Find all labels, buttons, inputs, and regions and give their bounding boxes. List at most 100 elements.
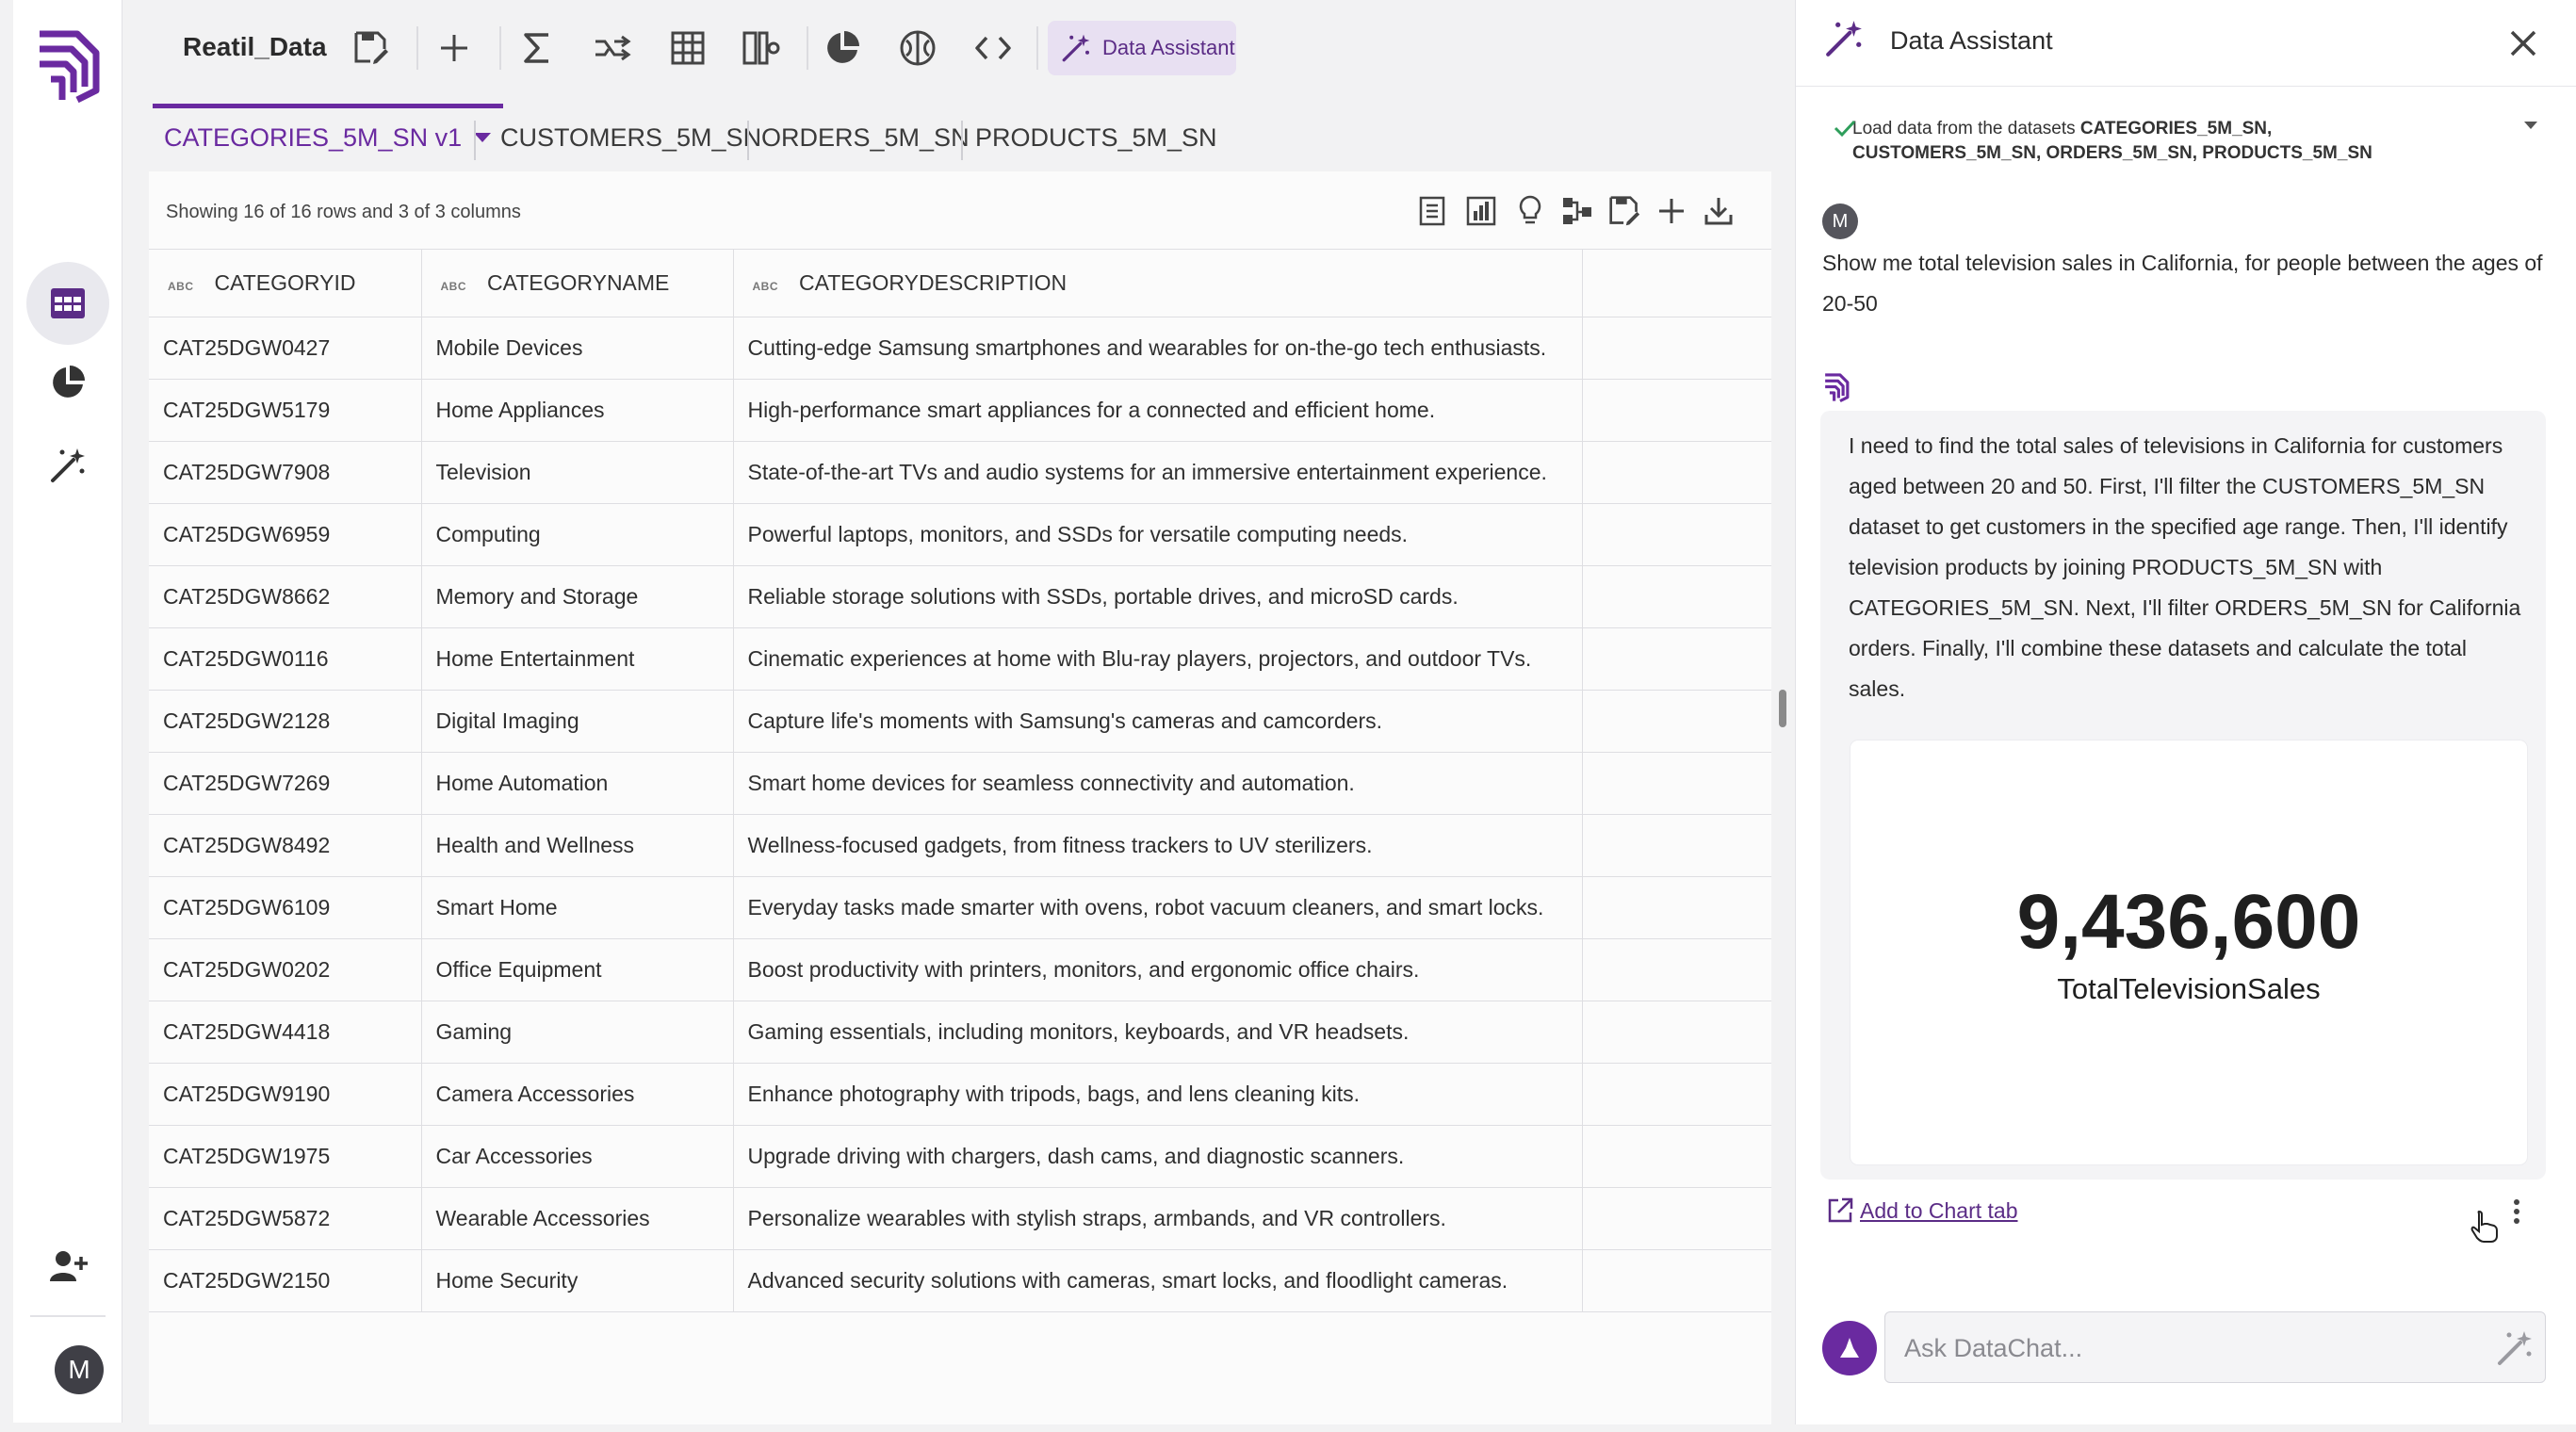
table-row[interactable]: CAT25DGW0427 Mobile Devices Cutting-edge S…: [149, 317, 1771, 380]
table-cell[interactable]: Everyday tasks made smarter with ovens, …: [732, 876, 1583, 939]
save-dataset-icon[interactable]: [1606, 192, 1643, 230]
table-cell[interactable]: CAT25DGW1975: [149, 1125, 422, 1188]
add-user-icon[interactable]: [26, 1225, 109, 1308]
lineage-icon[interactable]: [1558, 192, 1596, 230]
table-cell[interactable]: CAT25DGW0427: [149, 317, 422, 380]
close-icon[interactable]: [2504, 24, 2542, 62]
table-cell[interactable]: Personalize wearables with stylish strap…: [732, 1187, 1583, 1250]
table-cell[interactable]: Home Appliances: [420, 379, 734, 442]
table-cell[interactable]: Camera Accessories: [420, 1063, 734, 1126]
table-cell[interactable]: Reliable storage solutions with SSDs, po…: [732, 565, 1583, 628]
add-to-chart-link[interactable]: Add to Chart tab: [1826, 1196, 2018, 1225]
table-cell[interactable]: High-performance smart appliances for a …: [732, 379, 1583, 442]
table-cell[interactable]: CAT25DGW9190: [149, 1063, 422, 1126]
tab-categories[interactable]: CATEGORIES_5M_SN v1: [152, 104, 504, 171]
table-row[interactable]: CAT25DGW0202 Office Equipment Boost produc…: [149, 938, 1771, 1001]
column-header[interactable]: ABC CATEGORYDESCRIPTION: [732, 249, 1583, 317]
table-row[interactable]: CAT25DGW2150 Home Security Advanced securi…: [149, 1249, 1771, 1312]
table-cell[interactable]: CAT25DGW6959: [149, 503, 422, 566]
table-cell[interactable]: Office Equipment: [420, 938, 734, 1001]
table-row[interactable]: CAT25DGW7269 Home Automation Smart home de…: [149, 752, 1771, 815]
table-cell[interactable]: CAT25DGW8662: [149, 565, 422, 628]
caret-down-icon[interactable]: [473, 132, 492, 143]
table-cell[interactable]: Television: [420, 441, 734, 504]
table-cell[interactable]: Wearable Accessories: [420, 1187, 734, 1250]
table-cell[interactable]: CAT25DGW7269: [149, 752, 422, 815]
table-cell[interactable]: CAT25DGW6109: [149, 876, 422, 939]
lightbulb-icon[interactable]: [1511, 192, 1549, 230]
grid-icon[interactable]: [661, 24, 714, 72]
shuffle-icon[interactable]: [586, 24, 639, 72]
brain-icon[interactable]: [891, 24, 944, 72]
send-button[interactable]: [1822, 1321, 1877, 1375]
more-options-icon[interactable]: [2512, 1198, 2521, 1225]
add-icon[interactable]: [428, 24, 481, 72]
tab-products[interactable]: PRODUCTS_5M_SN: [975, 104, 1217, 171]
table-cell[interactable]: Computing: [420, 503, 734, 566]
table-cell[interactable]: Smart home devices for seamless connecti…: [732, 752, 1583, 815]
table-cell[interactable]: Home Automation: [420, 752, 734, 815]
file-title[interactable]: Reatil_Data: [183, 32, 327, 62]
table-row[interactable]: CAT25DGW0116 Home Entertainment Cinematic …: [149, 627, 1771, 691]
table-cell[interactable]: Gaming: [420, 1001, 734, 1064]
sigma-icon[interactable]: [511, 24, 563, 72]
table-row[interactable]: CAT25DGW7908 Television State-of-the-art T…: [149, 441, 1771, 504]
download-icon[interactable]: [1700, 192, 1737, 230]
table-cell[interactable]: Digital Imaging: [420, 690, 734, 753]
nav-magic-wand-icon[interactable]: [26, 424, 109, 507]
table-row[interactable]: CAT25DGW6109 Smart Home Everyday tasks mad…: [149, 876, 1771, 939]
table-cell[interactable]: Cinematic experiences at home with Blu-r…: [732, 627, 1583, 691]
magic-wand-icon[interactable]: [2496, 1329, 2534, 1367]
code-icon[interactable]: [967, 24, 1019, 72]
table-cell[interactable]: Smart Home: [420, 876, 734, 939]
table-cell[interactable]: Health and Wellness: [420, 814, 734, 877]
pie-chart-icon[interactable]: [816, 24, 869, 72]
table-cell[interactable]: State-of-the-art TVs and audio systems f…: [732, 441, 1583, 504]
data-assistant-button[interactable]: Data Assistant: [1048, 21, 1236, 75]
column-header[interactable]: ABC CATEGORYNAME: [420, 249, 734, 317]
table-cell[interactable]: Powerful laptops, monitors, and SSDs for…: [732, 503, 1583, 566]
table-cell[interactable]: CAT25DGW0202: [149, 938, 422, 1001]
table-cell[interactable]: Enhance photography with tripods, bags, …: [732, 1063, 1583, 1126]
column-header[interactable]: ABC CATEGORYID: [149, 249, 422, 317]
table-cell[interactable]: CAT25DGW5179: [149, 379, 422, 442]
table-cell[interactable]: CAT25DGW8492: [149, 814, 422, 877]
kpi-result-card[interactable]: 9,436,600 TotalTelevisionSales: [1850, 740, 2527, 1164]
table-cell[interactable]: Capture life's moments with Samsung's ca…: [732, 690, 1583, 753]
table-cell[interactable]: Advanced security solutions with cameras…: [732, 1249, 1583, 1312]
tab-orders[interactable]: ORDERS_5M_SN: [761, 104, 970, 171]
assistant-step[interactable]: Load data from the datasets CATEGORIES_5…: [1834, 117, 2537, 166]
table-row[interactable]: CAT25DGW1975 Car Accessories Upgrade drivi…: [149, 1125, 1771, 1188]
tab-customers[interactable]: CUSTOMERS_5M_SN: [500, 104, 761, 171]
table-row[interactable]: CAT25DGW5179 Home Appliances High-performa…: [149, 379, 1771, 442]
data-dictionary-icon[interactable]: [1413, 192, 1451, 230]
table-cell[interactable]: Upgrade driving with chargers, dash cams…: [732, 1125, 1583, 1188]
table-cell[interactable]: Cutting-edge Samsung smartphones and wea…: [732, 317, 1583, 380]
column-stats-icon[interactable]: [1462, 192, 1500, 230]
table-row[interactable]: CAT25DGW2128 Digital Imaging Capture life'…: [149, 690, 1771, 753]
table-cell[interactable]: CAT25DGW5872: [149, 1187, 422, 1250]
table-row[interactable]: CAT25DGW8492 Health and Wellness Wellness-…: [149, 814, 1771, 877]
table-row[interactable]: CAT25DGW8662 Memory and Storage Reliable s…: [149, 565, 1771, 628]
table-cell[interactable]: CAT25DGW0116: [149, 627, 422, 691]
save-as-icon[interactable]: [345, 24, 398, 72]
caret-down-icon[interactable]: [2523, 121, 2538, 130]
nav-pie-chart-icon[interactable]: [26, 341, 109, 424]
table-cell[interactable]: CAT25DGW2150: [149, 1249, 422, 1312]
table-cell[interactable]: CAT25DGW2128: [149, 690, 422, 753]
table-cell[interactable]: CAT25DGW7908: [149, 441, 422, 504]
table-cell[interactable]: Boost productivity with printers, monito…: [732, 938, 1583, 1001]
table-cell[interactable]: Home Security: [420, 1249, 734, 1312]
table-row[interactable]: CAT25DGW4418 Gaming Gaming essentials, inc…: [149, 1001, 1771, 1064]
table-row[interactable]: CAT25DGW9190 Camera Accessories Enhance ph…: [149, 1063, 1771, 1126]
nav-table-icon[interactable]: [26, 262, 109, 345]
split-column-icon[interactable]: [735, 24, 788, 72]
table-cell[interactable]: Gaming essentials, including monitors, k…: [732, 1001, 1583, 1064]
table-cell[interactable]: Mobile Devices: [420, 317, 734, 380]
ask-datachat-input[interactable]: [1904, 1329, 2451, 1367]
table-cell[interactable]: Home Entertainment: [420, 627, 734, 691]
ask-datachat-field[interactable]: [1884, 1311, 2546, 1383]
table-row[interactable]: CAT25DGW6959 Computing Powerful laptops, m…: [149, 503, 1771, 566]
table-cell[interactable]: Memory and Storage: [420, 565, 734, 628]
table-cell[interactable]: CAT25DGW4418: [149, 1001, 422, 1064]
